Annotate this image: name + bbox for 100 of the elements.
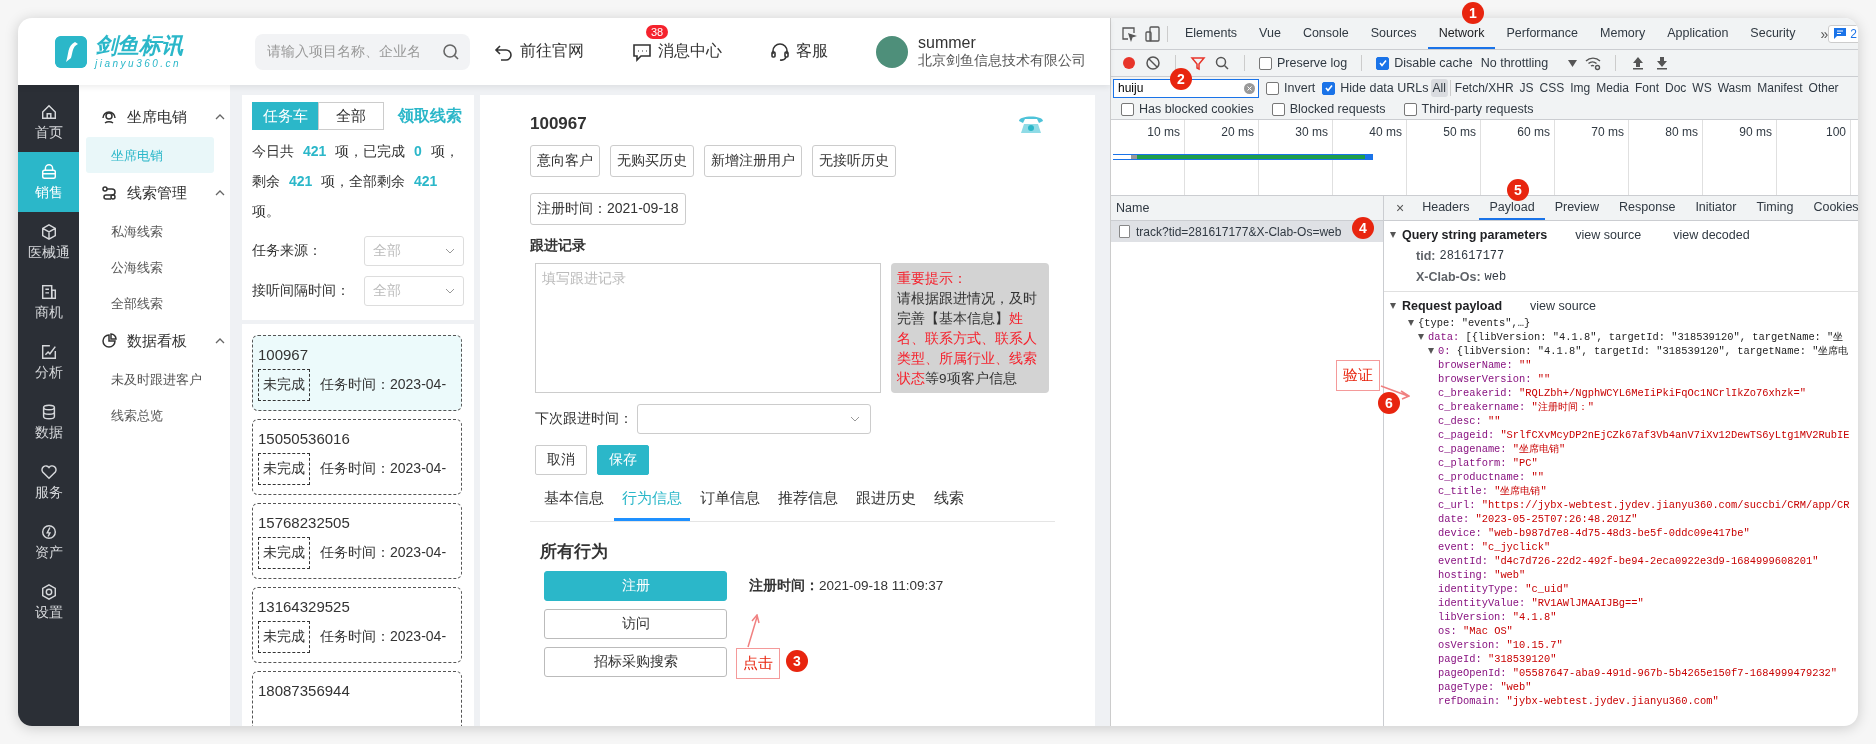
type-filter[interactable]: CSS <box>1537 79 1567 97</box>
close-button[interactable]: × <box>1388 196 1413 220</box>
type-filter[interactable]: Fetch/XHR <box>1452 79 1516 97</box>
task-card[interactable]: 13164329525 未完成 任务时间：2023-04- <box>252 587 462 663</box>
record-icon[interactable] <box>1121 55 1137 71</box>
header-link[interactable]: 前往官网 <box>494 41 584 62</box>
nav-item[interactable]: 分析 <box>18 332 79 392</box>
detail-tab[interactable]: Timing <box>1746 196 1804 220</box>
detail-tab[interactable]: Headers <box>1412 196 1480 220</box>
behavior-item[interactable]: 招标采购搜索 <box>544 647 727 677</box>
nav-item[interactable]: 首页 <box>18 92 79 152</box>
devtools-tab[interactable]: Vue <box>1248 18 1292 49</box>
header-link[interactable]: 客服 <box>770 41 828 62</box>
task-card[interactable]: 100967 未完成 任务时间：2023-04- <box>252 335 462 411</box>
type-filter[interactable]: Img <box>1568 79 1593 97</box>
devtools-tab[interactable]: Console <box>1291 18 1360 49</box>
inspect-icon[interactable] <box>1121 25 1137 42</box>
checkbox[interactable] <box>1322 81 1336 95</box>
menu-item[interactable]: 私海线索 <box>86 213 214 249</box>
behavior-item[interactable]: 访问 <box>544 609 727 639</box>
devtools-tab[interactable]: Performance <box>1495 18 1590 49</box>
devtools-tab[interactable]: Security <box>1739 18 1807 49</box>
payload-line[interactable]: 0: {libVersion: "4.1.8", targetId: "318539120", targetName: "坐席电 <box>1428 344 1858 358</box>
task-time: 任务时间：2023-04- <box>320 376 447 394</box>
task-card[interactable]: 18087356944 <box>252 671 462 726</box>
devtools-tab[interactable]: Elements <box>1174 18 1249 49</box>
payload-line: event: "c_jyclick" <box>1437 540 1552 554</box>
detail-tab[interactable]: 推荐信息 <box>770 489 846 521</box>
task-card[interactable]: 15768232505 未完成 任务时间：2023-04- <box>252 503 462 579</box>
menu-item[interactable]: 线索总览 <box>86 397 214 433</box>
time-tick: 100 <box>1825 125 1846 139</box>
payload-line: c_url: "https://jybx-webtest.jydev.jianyu360.com/succbi/CRM/app/CR <box>1437 498 1851 512</box>
search-icon[interactable] <box>1214 55 1230 71</box>
view-link[interactable]: view decoded <box>1673 228 1750 242</box>
wifi-settings-icon[interactable] <box>1585 55 1602 71</box>
type-filter[interactable]: WS <box>1690 79 1714 97</box>
task-card[interactable]: 15050536016 未完成 任务时间：2023-04- <box>252 419 462 495</box>
menu-item[interactable]: 未及时跟进客户 <box>86 361 214 397</box>
checkbox[interactable] <box>1403 102 1417 116</box>
detail-tab[interactable]: 线索 <box>926 489 972 521</box>
payload-line: identityType: "c_uid" <box>1437 582 1570 596</box>
type-filter[interactable]: Media <box>1594 79 1631 97</box>
filter-icon[interactable] <box>1190 55 1206 71</box>
detail-tab[interactable]: Cookies <box>1803 196 1858 220</box>
menu-item[interactable]: 全部线索 <box>86 285 214 321</box>
detail-tab[interactable]: 订单信息 <box>692 489 768 521</box>
avatar[interactable] <box>876 35 908 68</box>
payload-line: pageId: "318539120" <box>1437 652 1558 666</box>
checkbox[interactable] <box>1376 56 1390 70</box>
customer-tag: 无购买历史 <box>610 145 694 177</box>
devtools-tab[interactable]: Application <box>1656 18 1740 49</box>
payload-line[interactable]: data: [{libVersion: "4.1.8", targetId: "318539120", targetName: "坐 <box>1418 330 1858 344</box>
nav-item[interactable]: 服务 <box>18 452 79 512</box>
type-filter[interactable]: All <box>1430 79 1448 97</box>
view-link[interactable]: view source <box>1575 228 1642 242</box>
search-icon[interactable] <box>442 42 460 61</box>
cancel-button[interactable]: 取消 <box>535 445 587 475</box>
task-tab[interactable]: 全部 <box>318 102 384 130</box>
nav-item[interactable]: 设置 <box>18 572 79 632</box>
type-filter[interactable]: Manifest <box>1755 79 1805 97</box>
checkbox[interactable] <box>1121 102 1134 116</box>
detail-tab[interactable]: 跟进历史 <box>848 489 924 521</box>
detail-tab[interactable]: Response <box>1609 196 1686 220</box>
menu-group[interactable]: 数据看板 <box>79 321 230 361</box>
follow-up-field[interactable]: 填写跟进记录 <box>535 263 881 393</box>
type-filter[interactable]: Other <box>1806 79 1841 97</box>
detail-tab[interactable]: 基本信息 <box>536 489 612 521</box>
registration-tag: 注册时间：2021-09-18 <box>530 193 686 225</box>
detail-tab[interactable]: Initiator <box>1685 196 1747 220</box>
more-tabs[interactable]: » <box>1820 25 1829 42</box>
payload-line: identityValue: "RV1AWlJMAAIJBg==" <box>1437 596 1645 610</box>
view-link[interactable]: view source <box>1530 299 1597 313</box>
devtools-tab[interactable]: Sources <box>1359 18 1428 49</box>
payload-line[interactable]: {type: "events",…} <box>1408 316 1858 330</box>
menu-item[interactable]: 公海线索 <box>86 249 214 285</box>
menu-group[interactable]: 坐席电销 <box>79 97 230 137</box>
type-filter[interactable]: Doc <box>1662 79 1689 97</box>
checkbox[interactable] <box>1259 56 1272 70</box>
devtools-tab[interactable]: Memory <box>1589 18 1657 49</box>
device-icon[interactable] <box>1145 25 1161 42</box>
nav-item[interactable]: 数据 <box>18 392 79 452</box>
section-title[interactable]: Request payload <box>1402 299 1503 313</box>
throttling-select[interactable]: No throttling <box>1480 56 1578 70</box>
section-title[interactable]: Query string parameters <box>1402 228 1548 242</box>
type-filter[interactable]: Wasm <box>1715 79 1754 97</box>
detail-tab[interactable]: Preview <box>1544 196 1610 220</box>
time-tick: 40 ms <box>1369 125 1402 139</box>
checkbox[interactable] <box>1271 102 1285 116</box>
clear-icon[interactable] <box>1145 55 1161 71</box>
nav-item[interactable]: 资产 <box>18 512 79 572</box>
clear-icon[interactable] <box>1244 82 1255 94</box>
nav-item[interactable]: 医械通 <box>18 212 79 272</box>
menu-group[interactable]: 线索管理 <box>79 173 230 213</box>
search-field[interactable]: 请输入项目名称、企业名 <box>255 33 470 70</box>
checkbox[interactable] <box>1266 81 1279 95</box>
type-filter[interactable]: Font <box>1632 79 1661 97</box>
payload-line: browserVersion: "" <box>1437 372 1552 386</box>
nav-item[interactable]: 商机 <box>18 272 79 332</box>
type-filter[interactable]: JS <box>1517 79 1536 97</box>
issues-badge[interactable]: 2 <box>1828 24 1858 43</box>
